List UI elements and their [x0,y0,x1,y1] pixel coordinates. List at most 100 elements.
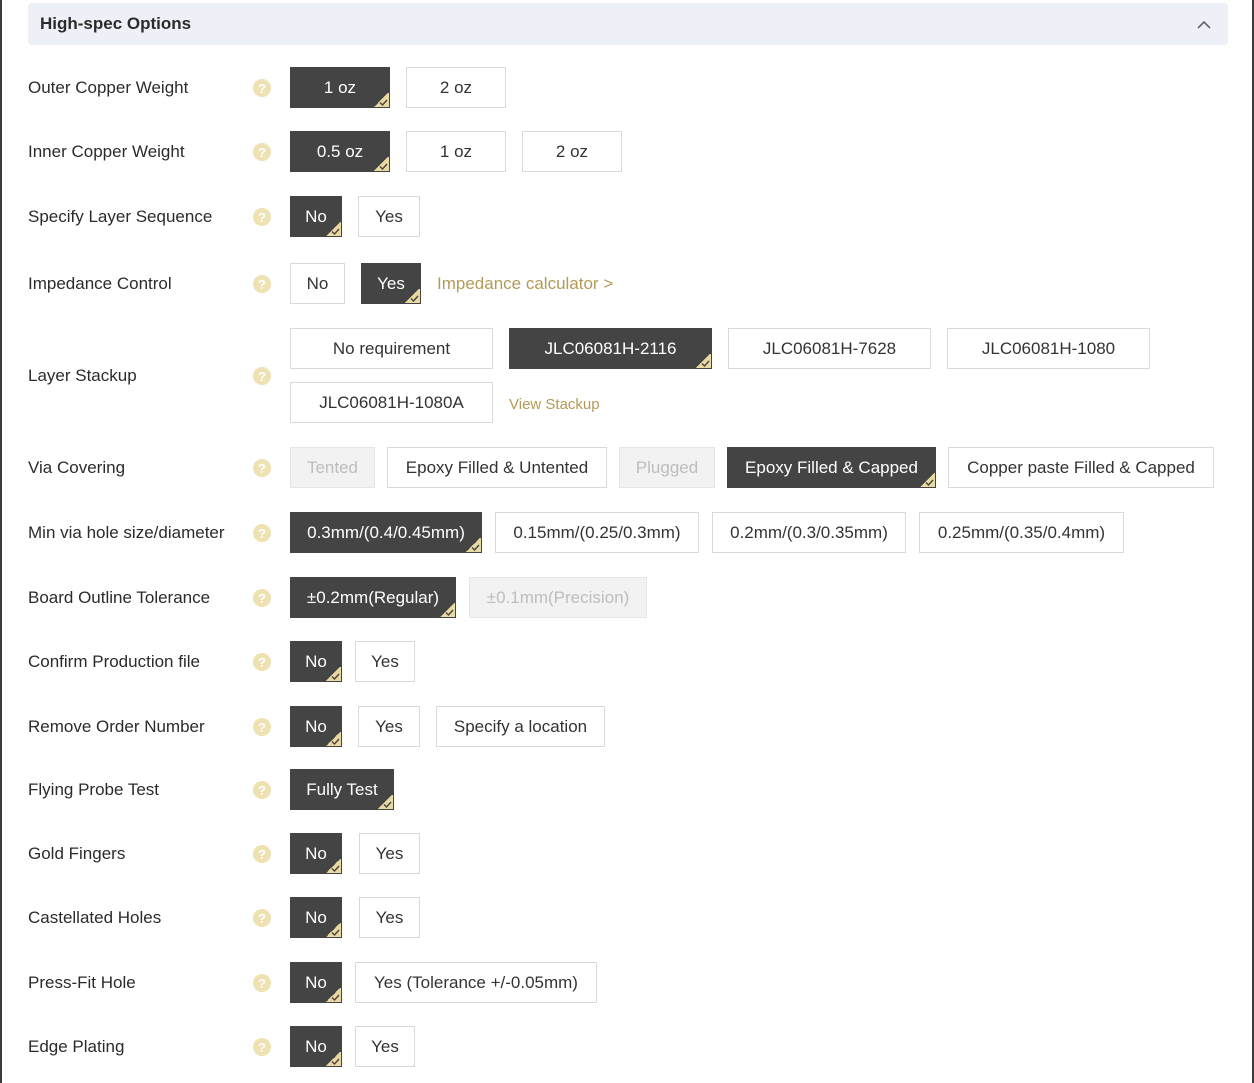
option-label: JLC06081H-7628 [762,338,897,358]
help-icon[interactable]: ? [253,524,271,542]
option-min-via-0-3[interactable]: 0.3mm/(0.4/0.45mm) [290,512,482,553]
option-remove-order-specify-location[interactable]: Specify a location [436,706,605,747]
option-min-via-0-15[interactable]: 0.15mm/(0.25/0.3mm) [495,512,699,553]
option-gold-fingers-no[interactable]: No [290,833,342,874]
option-label: Epoxy Filled & Untented [405,457,589,477]
option-impedance-no[interactable]: No [290,263,345,304]
impedance-calculator-link[interactable]: Impedance calculator > [437,274,613,294]
option-via-plugged: Plugged [619,447,715,488]
row-label: Gold Fingers [28,844,126,863]
option-gold-fingers-yes[interactable]: Yes [359,833,420,874]
option-remove-order-no[interactable]: No [290,706,342,747]
option-label: Yes [371,1036,399,1056]
high-spec-options-header[interactable]: High-spec Options [28,3,1228,45]
option-label: Copper paste Filled & Capped [967,457,1195,477]
option-label: No [305,972,327,992]
option-tolerance-precision: ±0.1mm(Precision) [469,577,647,618]
option-stackup-2116[interactable]: JLC06081H-2116 [509,328,712,369]
row-edge-plating: Edge Plating ? No Yes [28,1026,1228,1068]
help-icon[interactable]: ? [253,974,271,992]
option-via-epoxy-untented[interactable]: Epoxy Filled & Untented [387,447,607,488]
option-stackup-no-requirement[interactable]: No requirement [290,328,493,369]
option-press-fit-yes[interactable]: Yes (Tolerance +/-0.05mm) [355,962,597,1003]
option-tolerance-regular[interactable]: ±0.2mm(Regular) [290,577,456,618]
option-label: Yes [371,651,399,671]
option-remove-order-yes[interactable]: Yes [358,706,420,747]
help-icon[interactable]: ? [253,459,271,477]
help-icon[interactable]: ? [253,653,271,671]
view-stackup-link[interactable]: View Stackup [509,396,600,413]
option-label: JLC06081H-2116 [544,338,677,358]
option-stackup-7628[interactable]: JLC06081H-7628 [728,328,931,369]
option-layer-sequence-no[interactable]: No [290,196,342,237]
check-icon [325,923,341,937]
help-icon[interactable]: ? [253,781,271,799]
option-confirm-file-no[interactable]: No [290,641,342,682]
help-icon[interactable]: ? [253,143,271,161]
row-label: Specify Layer Sequence [28,207,213,226]
help-icon[interactable]: ? [253,718,271,736]
option-outer-copper-2oz[interactable]: 2 oz [406,67,506,108]
option-stackup-1080[interactable]: JLC06081H-1080 [947,328,1150,369]
option-stackup-1080a[interactable]: JLC06081H-1080A [290,382,493,423]
help-icon[interactable]: ? [253,909,271,927]
option-edge-plating-yes[interactable]: Yes [355,1026,415,1067]
help-icon[interactable]: ? [253,275,271,293]
option-castellated-no[interactable]: No [290,897,342,938]
option-inner-copper-1oz[interactable]: 1 oz [406,131,506,172]
help-icon[interactable]: ? [253,845,271,863]
option-impedance-yes[interactable]: Yes [361,263,421,304]
row-label: Min via hole size/diameter [28,523,225,542]
option-via-copper-paste-capped[interactable]: Copper paste Filled & Capped [948,447,1214,488]
option-layer-sequence-yes[interactable]: Yes [358,196,420,237]
check-icon [377,795,393,809]
check-icon [325,667,341,681]
help-icon[interactable]: ? [253,367,271,385]
option-label: Yes [375,907,404,927]
option-label: Tented [306,457,359,477]
option-label: 0.15mm/(0.25/0.3mm) [513,522,681,542]
option-inner-copper-0-5oz[interactable]: 0.5 oz [290,131,390,172]
row-inner-copper-weight: Inner Copper Weight ? 0.5 oz 1 oz 2 oz [28,131,1228,173]
option-label: Specify a location [453,716,588,736]
check-icon [373,157,389,171]
row-label: Confirm Production file [28,652,200,671]
option-outer-copper-1oz[interactable]: 1 oz [290,67,390,108]
option-label: 1 oz [323,77,357,97]
option-label: ±0.1mm(Precision) [486,587,630,607]
option-label: Yes [375,206,403,226]
check-icon [695,354,711,368]
option-label: Yes (Tolerance +/-0.05mm) [374,972,578,992]
chevron-up-icon[interactable] [1196,16,1212,32]
check-icon [373,93,389,107]
row-label: Via Covering [28,458,126,477]
row-layer-stackup: Layer Stackup ? No requirement JLC06081H… [28,328,1228,426]
option-inner-copper-2oz[interactable]: 2 oz [522,131,622,172]
row-flying-probe-test: Flying Probe Test ? Fully Test [28,769,1228,811]
check-icon [404,289,420,303]
help-icon[interactable]: ? [253,589,271,607]
option-castellated-yes[interactable]: Yes [359,897,420,938]
option-label: 0.3mm/(0.4/0.45mm) [307,522,465,542]
option-label: No requirement [332,338,451,358]
option-via-epoxy-capped[interactable]: Epoxy Filled & Capped [727,447,936,488]
help-icon[interactable]: ? [253,79,271,97]
option-min-via-0-25[interactable]: 0.25mm/(0.35/0.4mm) [919,512,1124,553]
option-label: Fully Test [306,779,378,799]
help-icon[interactable]: ? [253,208,271,226]
row-label: Edge Plating [28,1037,125,1056]
option-press-fit-no[interactable]: No [290,962,342,1003]
check-icon [439,603,455,617]
option-label: 1 oz [439,141,473,161]
option-flying-probe-fully-test[interactable]: Fully Test [290,769,394,810]
row-gold-fingers: Gold Fingers ? No Yes [28,833,1228,875]
option-label: No [305,206,327,226]
row-castellated-holes: Castellated Holes ? No Yes [28,897,1228,939]
option-edge-plating-no[interactable]: No [290,1026,342,1067]
help-icon[interactable]: ? [253,1038,271,1056]
option-confirm-file-yes[interactable]: Yes [355,641,415,682]
option-label: No [305,716,327,736]
option-label: 0.2mm/(0.3/0.35mm) [730,522,888,542]
section-title: High-spec Options [40,14,192,33]
option-min-via-0-2[interactable]: 0.2mm/(0.3/0.35mm) [712,512,906,553]
